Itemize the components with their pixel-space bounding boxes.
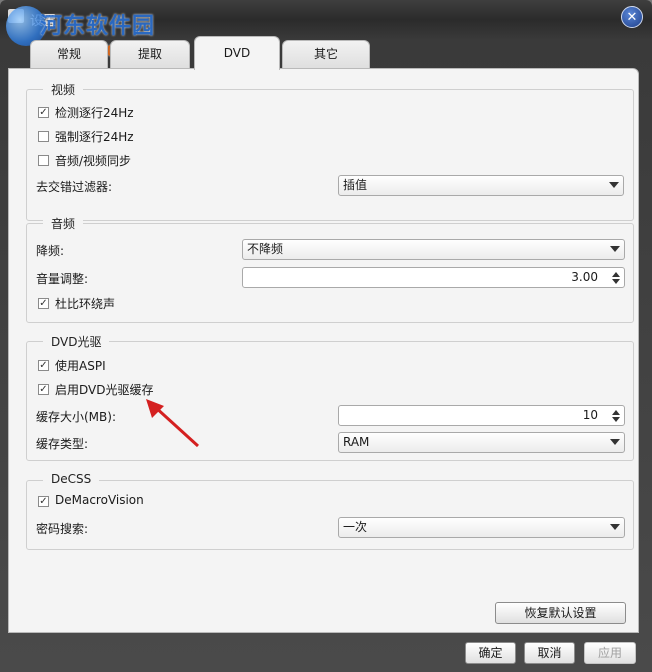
av-sync-checkbox[interactable] bbox=[38, 155, 49, 166]
detect-24hz-label: 检测逐行24Hz bbox=[55, 106, 134, 120]
dvd-drive-legend: DVD光驱 bbox=[43, 333, 110, 350]
chevron-down-icon bbox=[610, 246, 620, 252]
volume-spinbox[interactable]: 3.00 bbox=[242, 267, 625, 288]
apply-button[interactable]: 应用 bbox=[584, 642, 636, 664]
cache-size-spinbox[interactable]: 10 bbox=[338, 405, 625, 426]
audio-legend: 音频 bbox=[43, 215, 84, 232]
close-button[interactable]: ✕ bbox=[621, 6, 643, 28]
restore-defaults-button[interactable]: 恢复默认设置 bbox=[495, 602, 626, 624]
tab-label: 常规 bbox=[56, 47, 81, 61]
macrovision-checkbox[interactable]: ✓ bbox=[38, 496, 49, 507]
macrovision-label: DeMacroVision bbox=[55, 493, 144, 507]
tab-dvd[interactable]: DVD bbox=[194, 36, 280, 70]
use-aspi-label: 使用ASPI bbox=[55, 359, 106, 373]
force-24hz-label: 强制逐行24Hz bbox=[55, 130, 134, 144]
downsample-value: 不降频 bbox=[247, 242, 284, 256]
use-aspi-checkbox[interactable]: ✓ bbox=[38, 360, 49, 371]
settings-window: 设置 ✕ 河东软件园 www.pc0359.cn 常规 提取 DVD 其它 视频… bbox=[0, 0, 652, 672]
dolby-label: 杜比环绕声 bbox=[55, 297, 116, 311]
tab-label: 其它 bbox=[313, 47, 338, 61]
audio-group: 音频 降频: 不降频 音量调整: 3.00 ✓ 杜比环绕声 bbox=[26, 215, 634, 323]
tab-other[interactable]: 其它 bbox=[282, 40, 370, 69]
spin-down-icon[interactable] bbox=[612, 417, 620, 422]
force-24hz-checkbox[interactable] bbox=[38, 131, 49, 142]
deinterlace-value: 插值 bbox=[343, 178, 368, 192]
av-sync-label: 音频/视频同步 bbox=[55, 154, 132, 168]
deinterlace-select[interactable]: 插值 bbox=[338, 175, 624, 196]
cancel-button[interactable]: 取消 bbox=[524, 642, 575, 664]
dvd-drive-group: DVD光驱 ✓ 使用ASPI ✓ 启用DVD光驱缓存 缓存大小(MB): 10 … bbox=[26, 333, 634, 461]
app-icon bbox=[8, 9, 24, 23]
chevron-down-icon bbox=[610, 524, 620, 530]
deinterlace-label: 去交错过滤器: bbox=[36, 180, 113, 194]
video-legend: 视频 bbox=[43, 81, 84, 98]
video-group: 视频 ✓ 检测逐行24Hz 强制逐行24Hz 音频/视频同步 去交错过滤器: 插… bbox=[26, 81, 634, 221]
tab-label: DVD bbox=[223, 46, 251, 60]
detect-24hz-checkbox[interactable]: ✓ bbox=[38, 107, 49, 118]
downsample-select[interactable]: 不降频 bbox=[242, 239, 625, 260]
cache-size-value: 10 bbox=[582, 408, 598, 422]
decss-group: DeCSS ✓ DeMacroVision 密码搜索: 一次 bbox=[26, 472, 634, 550]
downsample-label: 降频: bbox=[36, 244, 65, 258]
spin-up-icon[interactable] bbox=[612, 272, 620, 277]
key-search-value: 一次 bbox=[343, 520, 368, 534]
enable-cache-checkbox[interactable]: ✓ bbox=[38, 384, 49, 395]
cache-type-value: RAM bbox=[343, 435, 370, 449]
spin-up-icon[interactable] bbox=[612, 410, 620, 415]
cache-size-label: 缓存大小(MB): bbox=[36, 410, 116, 424]
watermark-title: 河东软件园 bbox=[40, 14, 156, 39]
chevron-down-icon bbox=[609, 182, 619, 188]
volume-label: 音量调整: bbox=[36, 272, 89, 286]
key-search-select[interactable]: 一次 bbox=[338, 517, 625, 538]
close-icon: ✕ bbox=[626, 10, 638, 25]
cache-type-select[interactable]: RAM bbox=[338, 432, 625, 453]
tab-label: 提取 bbox=[137, 47, 162, 61]
dvd-settings-panel: 视频 ✓ 检测逐行24Hz 强制逐行24Hz 音频/视频同步 去交错过滤器: 插… bbox=[8, 68, 639, 633]
decss-legend: DeCSS bbox=[43, 472, 100, 486]
window-title: 设置 bbox=[30, 14, 57, 29]
cache-type-label: 缓存类型: bbox=[36, 437, 89, 451]
ok-button[interactable]: 确定 bbox=[465, 642, 516, 664]
spin-down-icon[interactable] bbox=[612, 279, 620, 284]
enable-cache-label: 启用DVD光驱缓存 bbox=[55, 383, 154, 397]
tab-extract[interactable]: 提取 bbox=[110, 40, 190, 69]
annotation-arrow-icon bbox=[146, 399, 200, 448]
tab-general[interactable]: 常规 bbox=[30, 40, 108, 69]
key-search-label: 密码搜索: bbox=[36, 522, 89, 536]
volume-value: 3.00 bbox=[571, 270, 598, 284]
chevron-down-icon bbox=[610, 439, 620, 445]
dolby-checkbox[interactable]: ✓ bbox=[38, 298, 49, 309]
